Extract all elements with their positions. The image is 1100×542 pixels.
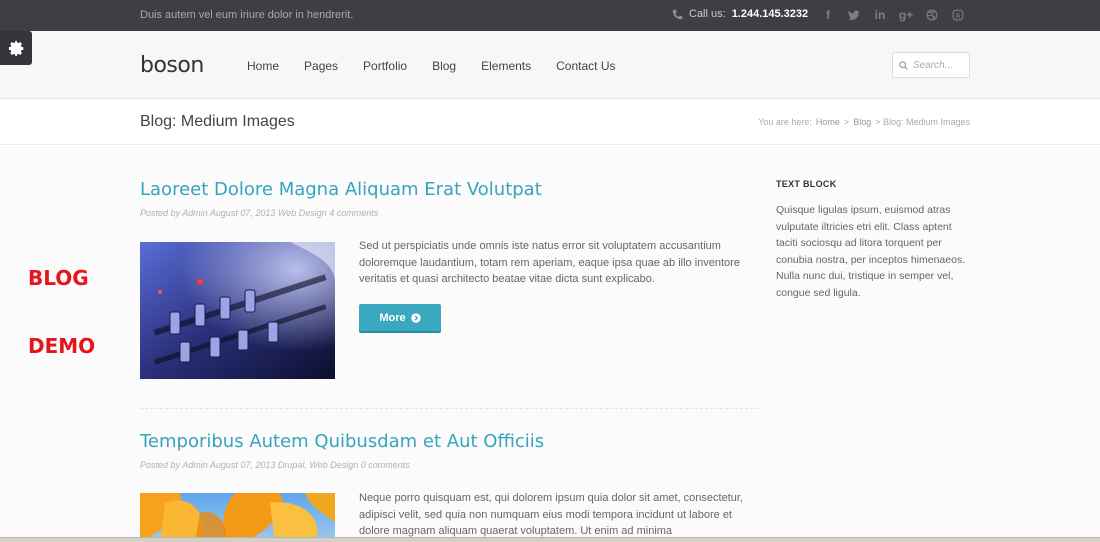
chevron-right-circle-icon <box>410 312 421 323</box>
call-info: Call us: 1.244.145.3232 <box>672 8 808 20</box>
sidebar-widget-title: TEXT BLOCK <box>776 179 837 189</box>
site-header: boson Home Pages Portfolio Blog Elements… <box>0 31 1100 99</box>
main-content: Laoreet Dolore Magna Aliquam Erat Volutp… <box>0 146 1100 542</box>
breadcrumb-blog[interactable]: Blog <box>853 117 871 127</box>
gear-icon <box>8 40 23 56</box>
page-title-bar: Blog: Medium Images You are here: Home >… <box>0 100 1100 145</box>
post-meta: Posted by Admin August 07, 2013 Web Desi… <box>140 208 379 218</box>
breadcrumb-separator: > <box>843 117 850 127</box>
linkedin-icon[interactable]: in <box>872 6 888 24</box>
overlay-label: DEMO <box>28 334 96 358</box>
search-input[interactable] <box>913 59 965 71</box>
sidebar-widget-text: Quisque ligulas ipsum, euismod atras vul… <box>776 204 966 299</box>
post-excerpt: Neque porro quisquam est, qui dolorem ip… <box>359 492 743 537</box>
post-title[interactable]: Temporibus Autem Quibusdam et Aut Offici… <box>140 431 544 452</box>
nav-portfolio[interactable]: Portfolio <box>363 59 407 73</box>
breadcrumb-current: > Blog: Medium Images <box>875 117 970 127</box>
nav-elements[interactable]: Elements <box>481 59 531 73</box>
breadcrumb: You are here: Home > Blog > Blog: Medium… <box>758 117 970 127</box>
settings-toggle[interactable] <box>0 31 32 65</box>
skype-icon[interactable]: S <box>950 6 966 24</box>
post-image-flowers[interactable] <box>140 493 335 542</box>
dribbble-icon[interactable] <box>924 6 940 24</box>
main-nav: Home Pages Portfolio Blog Elements Conta… <box>247 59 641 73</box>
social-links: f in g+ S <box>820 6 966 24</box>
twitter-icon[interactable] <box>846 6 862 24</box>
nav-contact-us[interactable]: Contact Us <box>556 59 615 73</box>
page-title: Blog: Medium Images <box>140 113 295 130</box>
site-logo[interactable]: boson <box>140 53 204 78</box>
googleplus-icon[interactable]: g+ <box>898 6 914 24</box>
post-title[interactable]: Laoreet Dolore Magna Aliquam Erat Volutp… <box>140 179 542 200</box>
phone-number[interactable]: 1.244.145.3232 <box>732 8 808 20</box>
post-image-mixer[interactable] <box>140 242 335 379</box>
nav-blog[interactable]: Blog <box>432 59 456 73</box>
call-label: Call us: <box>689 8 726 20</box>
breadcrumb-home[interactable]: Home <box>816 117 840 127</box>
top-bar: Duis autem vel eum iriure dolor in hendr… <box>0 0 1100 31</box>
post-excerpt: Sed ut perspiciatis unde omnis iste natu… <box>359 240 740 285</box>
more-button[interactable]: More <box>359 304 441 333</box>
nav-pages[interactable]: Pages <box>304 59 338 73</box>
search-box[interactable] <box>892 52 970 78</box>
tagline: Duis autem vel eum iriure dolor in hendr… <box>140 9 354 21</box>
search-icon <box>899 60 908 70</box>
breadcrumb-prefix: You are here: <box>758 117 812 127</box>
overlay-label: BLOG <box>28 266 89 290</box>
svg-text:S: S <box>956 13 961 20</box>
post-divider <box>140 408 758 409</box>
nav-home[interactable]: Home <box>247 59 279 73</box>
facebook-icon[interactable]: f <box>820 6 836 24</box>
post-meta: Posted by Admin August 07, 2013 Drupal, … <box>140 460 410 470</box>
phone-icon <box>672 9 683 19</box>
more-button-label: More <box>379 311 406 324</box>
window-bottom-edge <box>0 537 1100 542</box>
